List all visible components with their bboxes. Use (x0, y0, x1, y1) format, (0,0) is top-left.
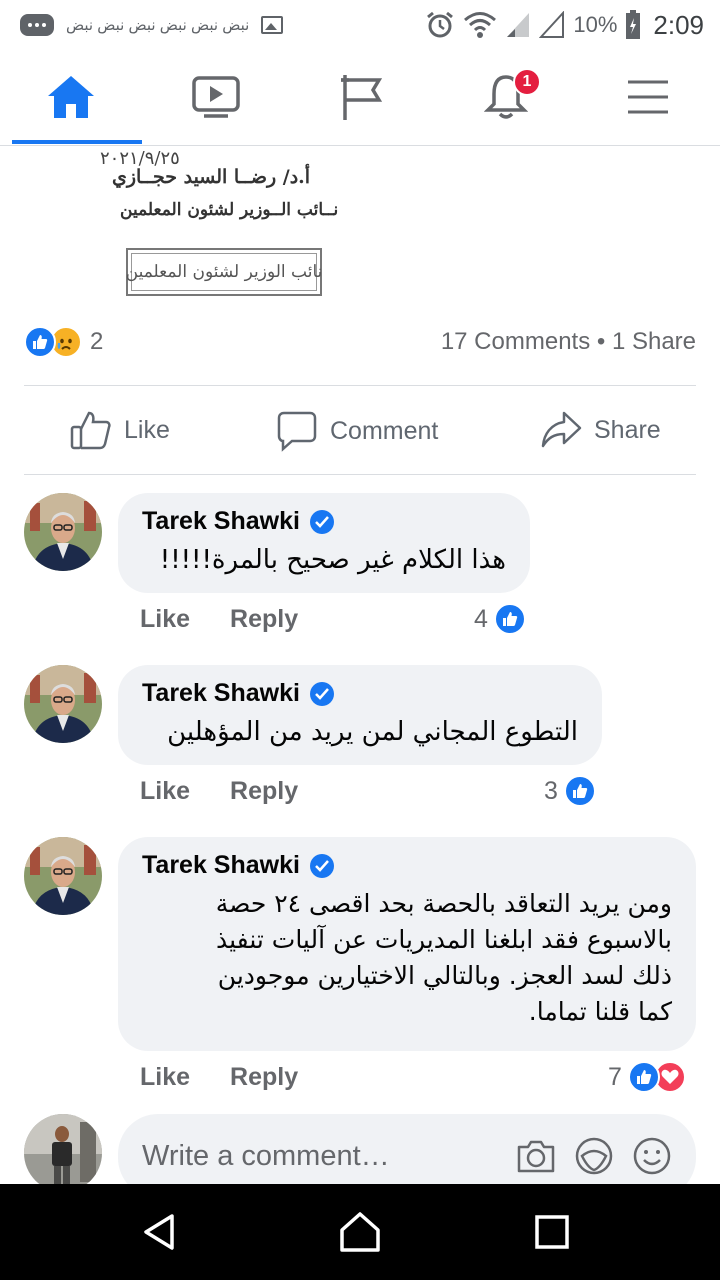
comment-text-line: بالاسبوع فقد ابلغنا المديريات عن آليات ت… (216, 925, 672, 954)
share-icon (541, 411, 582, 448)
notification-badge: 1 (513, 68, 541, 96)
my-avatar[interactable] (24, 1114, 102, 1192)
home-icon (48, 76, 94, 118)
comment-like-button[interactable]: Like (140, 605, 190, 634)
comment-reaction-count: 4 (474, 604, 488, 633)
like-reaction-icon[interactable] (24, 326, 56, 358)
recents-icon (535, 1215, 569, 1249)
like-button[interactable]: Like (70, 410, 170, 450)
comment-bubble[interactable]: Tarek Shawki ومن يريد التعاقد بالحصة بحد… (118, 837, 696, 1051)
write-comment-placeholder: Write a comment… (142, 1139, 390, 1172)
more-notifications-icon (20, 14, 54, 36)
comment-bubble[interactable]: Tarek Shawki التطوع المجاني لمن يريد من … (118, 665, 602, 765)
comment-reply-button[interactable]: Reply (230, 777, 298, 806)
comment-bubble[interactable]: Tarek Shawki هذا الكلام غير صحيح بالمرة!… (118, 493, 530, 593)
emoji-icon[interactable] (632, 1136, 672, 1176)
camera-icon[interactable] (516, 1138, 556, 1174)
write-comment-row: Write a comment… (24, 1114, 696, 1198)
back-button[interactable] (136, 1208, 184, 1256)
alarm-icon (427, 11, 454, 38)
recents-button[interactable] (528, 1208, 576, 1256)
avatar[interactable] (24, 493, 102, 571)
divider (24, 474, 696, 475)
video-icon (192, 76, 240, 118)
comment-actions: Like Reply (140, 777, 298, 806)
avatar[interactable] (24, 837, 102, 915)
comment-reply-button[interactable]: Reply (230, 605, 298, 634)
comment-text: التطوع المجاني لمن يريد من المؤهلين (167, 717, 578, 747)
home-button[interactable] (336, 1208, 384, 1256)
document-stamp-text: نائب الوزير لشئون المعلمين (125, 262, 323, 282)
comment-like-button[interactable]: Like (140, 777, 190, 806)
android-nav-bar (0, 1184, 720, 1280)
document-signer-title: نــائب الــوزير لشئون المعلمين (120, 200, 339, 220)
comment-icon (277, 411, 317, 452)
like-icon (70, 411, 111, 450)
comment-text-line: ذلك لسد العجز. وبالتالي الاختيارين موجود… (217, 961, 672, 990)
comment-author[interactable]: Tarek Shawki (142, 679, 300, 708)
tab-watch[interactable] (151, 50, 281, 144)
comment-actions: Like Reply (140, 1063, 298, 1092)
document-signer-name: أ.د/ رضــا السيد حجــازي (112, 166, 311, 188)
comment-author[interactable]: Tarek Shawki (142, 851, 300, 880)
like-reaction-icon (563, 775, 596, 807)
like-reaction-icon (627, 1061, 660, 1093)
post-image[interactable]: ٢٠٢١/٩/٢٥ أ.د/ رضــا السيد حجــازي نــائ… (90, 146, 350, 306)
reaction-count[interactable]: 2 (90, 328, 103, 356)
battery-icon (626, 10, 641, 39)
document-stamp: نائب الوزير لشئون المعلمين (126, 248, 322, 296)
comment-reactions[interactable]: 7 (608, 1061, 686, 1093)
reactions-summary: 2 17 Comments • 1 Share (24, 322, 696, 362)
clock: 2:09 (653, 9, 704, 40)
verified-badge-icon (309, 853, 334, 878)
comment-reaction-count: 3 (544, 776, 558, 805)
no-signal-icon (539, 11, 565, 38)
comment-label: Comment (330, 416, 439, 445)
tab-menu[interactable] (583, 50, 713, 144)
battery-percent: 10% (573, 12, 618, 37)
comment-reply-button[interactable]: Reply (230, 1063, 298, 1092)
tab-pages[interactable] (296, 50, 426, 144)
divider (24, 385, 696, 386)
like-label: Like (124, 415, 170, 444)
comment-text: هذا الكلام غير صحيح بالمرة!!!!! (159, 545, 506, 575)
comments-shares-count[interactable]: 17 Comments • 1 Share (441, 328, 696, 356)
image-notification-icon (261, 16, 284, 34)
verified-badge-icon (309, 681, 334, 706)
comment-text-line: كما قلنا تماما. (528, 997, 672, 1026)
flag-icon (341, 75, 383, 120)
back-icon (144, 1214, 174, 1250)
tab-notifications[interactable]: 1 (441, 50, 571, 144)
verified-badge-icon (309, 509, 334, 534)
comment-reactions[interactable]: 3 (544, 775, 596, 807)
comment-reactions[interactable]: 4 (474, 603, 526, 635)
signal-icon (507, 13, 530, 37)
menu-icon (628, 80, 668, 114)
like-reaction-icon (493, 603, 526, 635)
tab-home[interactable] (6, 50, 142, 144)
wifi-icon (464, 12, 497, 38)
home-outline-icon (340, 1212, 380, 1252)
comment-text: ومن يريد التعاقد بالحصة بحد اقصى ٢٤ حصة … (142, 886, 672, 1030)
sticker-icon[interactable] (574, 1136, 614, 1176)
comment-button[interactable]: Comment (276, 410, 438, 452)
share-button[interactable]: Share (540, 410, 661, 450)
comment-like-button[interactable]: Like (140, 1063, 190, 1092)
comment-reaction-count: 7 (608, 1062, 622, 1091)
status-bar: نبض نبض نبض نبض نبض نبض 10% 2:09 (0, 0, 720, 50)
share-label: Share (594, 415, 661, 444)
comment-author[interactable]: Tarek Shawki (142, 507, 300, 536)
comment-text-line: ومن يريد التعاقد بالحصة بحد اقصى ٢٤ حصة (215, 889, 672, 918)
post-actions: Like Comment Share (24, 392, 696, 472)
avatar[interactable] (24, 665, 102, 743)
notification-text: نبض نبض نبض نبض نبض نبض (66, 17, 250, 34)
comment-actions: Like Reply (140, 605, 298, 634)
top-nav: 1 (0, 50, 720, 146)
